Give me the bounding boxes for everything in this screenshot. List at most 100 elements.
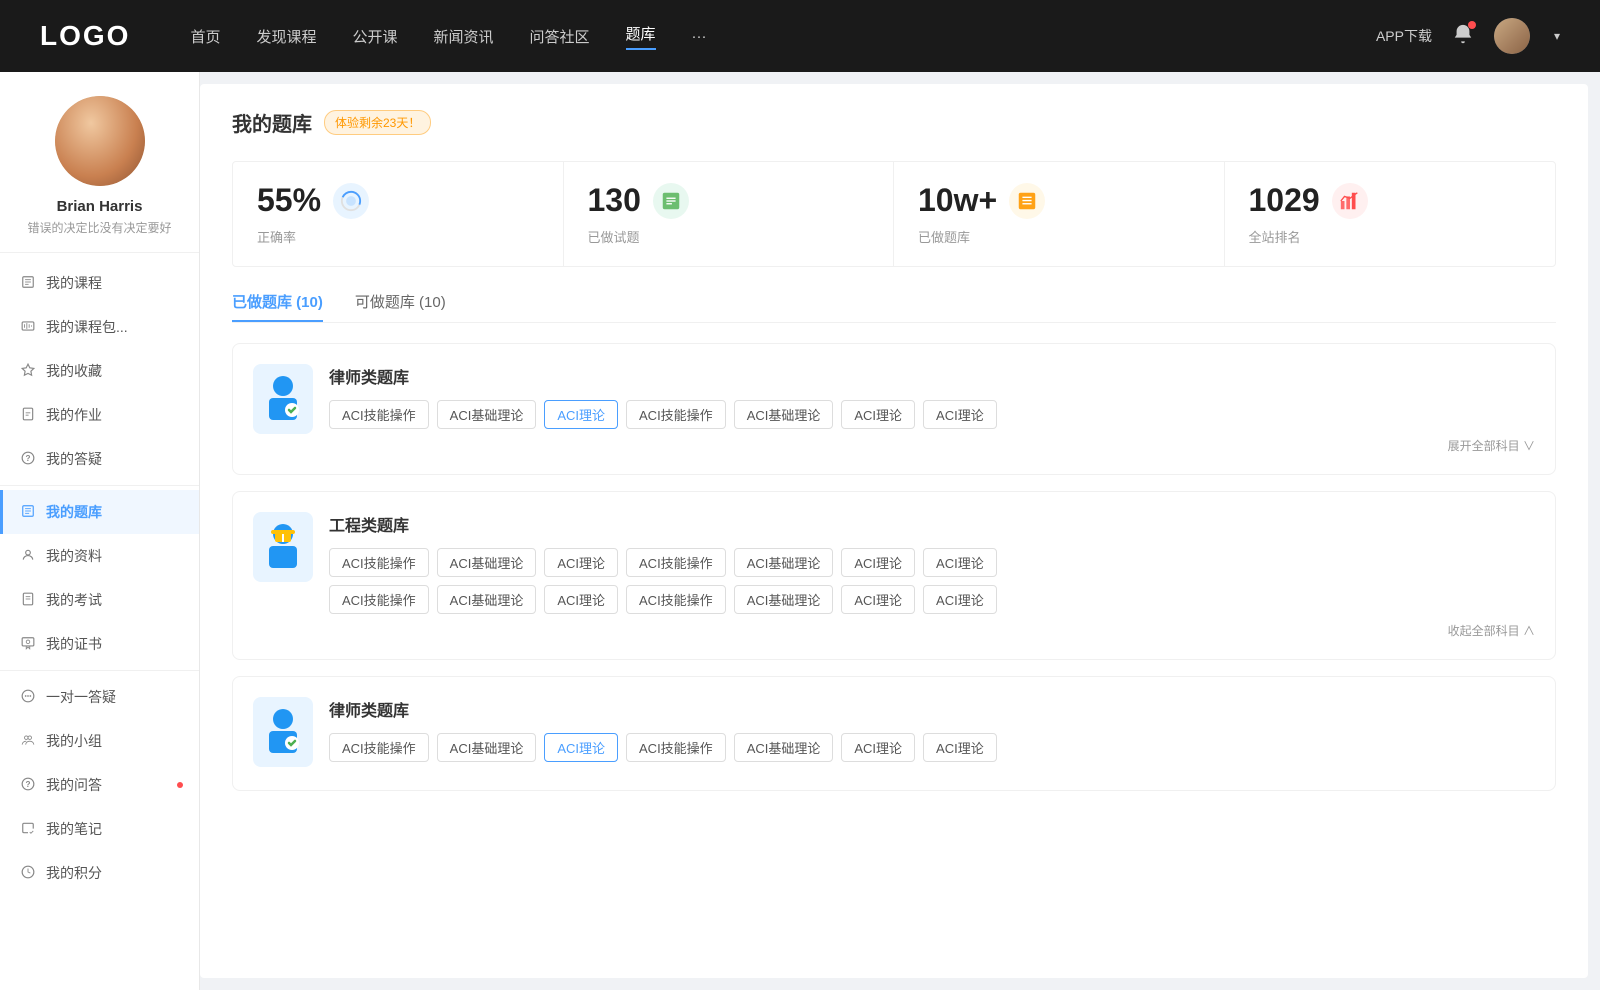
tag-2-4[interactable]: ACI基础理论 <box>734 548 834 577</box>
user-avatar[interactable] <box>1494 18 1530 54</box>
sidebar-item-certificate[interactable]: 我的证书 <box>0 622 199 666</box>
questions-icon: ? <box>20 451 36 468</box>
sidebar-user-bio: 错误的决定比没有决定要好 <box>16 219 183 236</box>
sidebar-user-avatar[interactable] <box>55 96 145 186</box>
tag-3-1[interactable]: ACI基础理论 <box>437 733 537 762</box>
tag-2-7[interactable]: ACI技能操作 <box>329 585 429 614</box>
lawyer-bank-icon-1 <box>253 364 313 434</box>
nav-discover[interactable]: 发现课程 <box>256 26 316 47</box>
nav-open-course[interactable]: 公开课 <box>352 26 397 47</box>
sidebar-item-favorites[interactable]: 我的收藏 <box>0 349 199 393</box>
bank-card-2-title: 工程类题库 <box>329 512 1535 536</box>
sidebar-item-tutor[interactable]: 一对一答疑 <box>0 675 199 719</box>
sidebar-item-question-bank[interactable]: 我的题库 <box>0 490 199 534</box>
accuracy-icon <box>333 183 369 219</box>
stat-ranking-label: 全站排名 <box>1249 227 1532 246</box>
expand-link-2[interactable]: 收起全部科目 ∧ <box>329 622 1535 639</box>
tag-2-12[interactable]: ACI理论 <box>841 585 915 614</box>
tag-2-3[interactable]: ACI技能操作 <box>626 548 726 577</box>
app-download-button[interactable]: APP下载 <box>1376 26 1432 46</box>
main-layout: Brian Harris 错误的决定比没有决定要好 我的课程 我的课程包... <box>0 72 1600 990</box>
bank-card-2-tags-row1: ACI技能操作 ACI基础理论 ACI理论 ACI技能操作 ACI基础理论 AC… <box>329 548 1535 577</box>
engineer-bank-icon <box>253 512 313 582</box>
sidebar-item-exam[interactable]: 我的考试 <box>0 578 199 622</box>
tag-1-6[interactable]: ACI理论 <box>923 400 997 429</box>
tag-2-1[interactable]: ACI基础理论 <box>437 548 537 577</box>
tag-3-6[interactable]: ACI理论 <box>923 733 997 762</box>
nav-question-bank[interactable]: 题库 <box>626 23 656 50</box>
bank-card-2-content: 工程类题库 ACI技能操作 ACI基础理论 ACI理论 ACI技能操作 ACI基… <box>329 512 1535 639</box>
tag-2-11[interactable]: ACI基础理论 <box>734 585 834 614</box>
tag-3-4[interactable]: ACI基础理论 <box>734 733 834 762</box>
main-nav: 首页 发现课程 公开课 新闻资讯 问答社区 题库 ··· <box>190 23 1376 50</box>
sidebar-item-notes-label: 我的笔记 <box>46 819 102 839</box>
sidebar-item-question-bank-label: 我的题库 <box>46 502 102 522</box>
courses-icon <box>20 275 36 292</box>
stat-done-banks: 10w+ 已做题库 <box>894 162 1225 266</box>
tag-2-0[interactable]: ACI技能操作 <box>329 548 429 577</box>
bank-card-1-content: 律师类题库 ACI技能操作 ACI基础理论 ACI理论 ACI技能操作 ACI基… <box>329 364 1535 454</box>
tag-1-2[interactable]: ACI理论 <box>544 400 618 429</box>
tag-3-0[interactable]: ACI技能操作 <box>329 733 429 762</box>
tag-2-2[interactable]: ACI理论 <box>544 548 618 577</box>
sidebar: Brian Harris 错误的决定比没有决定要好 我的课程 我的课程包... <box>0 72 200 990</box>
sidebar-item-course-package[interactable]: 我的课程包... <box>0 305 199 349</box>
sidebar-item-homework[interactable]: 我的作业 <box>0 393 199 437</box>
sidebar-item-my-qa-label: 我的问答 <box>46 775 102 795</box>
user-menu-chevron[interactable]: ▾ <box>1554 29 1560 43</box>
stat-ranking-value: 1029 <box>1249 182 1320 219</box>
sidebar-user-name: Brian Harris <box>16 198 183 215</box>
stat-accuracy-top: 55% <box>257 182 539 219</box>
sidebar-item-questions[interactable]: ? 我的答疑 <box>0 437 199 481</box>
stat-done-questions-label: 已做试题 <box>588 227 870 246</box>
tag-1-3[interactable]: ACI技能操作 <box>626 400 726 429</box>
nav-home[interactable]: 首页 <box>190 26 220 47</box>
header: LOGO 首页 发现课程 公开课 新闻资讯 问答社区 题库 ··· APP下载 … <box>0 0 1600 72</box>
sidebar-item-courses[interactable]: 我的课程 <box>0 261 199 305</box>
bank-card-3-title: 律师类题库 <box>329 697 1535 721</box>
bank-card-lawyer-2: 律师类题库 ACI技能操作 ACI基础理论 ACI理论 ACI技能操作 ACI基… <box>232 676 1556 791</box>
stat-done-banks-value: 10w+ <box>918 182 997 219</box>
tag-2-5[interactable]: ACI理论 <box>841 548 915 577</box>
sidebar-item-group[interactable]: 我的小组 <box>0 719 199 763</box>
notification-bell[interactable] <box>1452 23 1474 50</box>
tag-3-5[interactable]: ACI理论 <box>841 733 915 762</box>
tag-3-2[interactable]: ACI理论 <box>544 733 618 762</box>
bank-card-3-header: 律师类题库 ACI技能操作 ACI基础理论 ACI理论 ACI技能操作 ACI基… <box>253 697 1535 770</box>
lawyer-bank-icon-2 <box>253 697 313 767</box>
tag-1-5[interactable]: ACI理论 <box>841 400 915 429</box>
bank-card-1-header: 律师类题库 ACI技能操作 ACI基础理论 ACI理论 ACI技能操作 ACI基… <box>253 364 1535 454</box>
tag-2-6[interactable]: ACI理论 <box>923 548 997 577</box>
sidebar-item-notes[interactable]: 我的笔记 <box>0 807 199 851</box>
stat-done-banks-top: 10w+ <box>918 182 1200 219</box>
profile-icon <box>20 548 36 565</box>
page-title-row: 我的题库 体验剩余23天！ <box>232 108 1556 137</box>
tag-2-8[interactable]: ACI基础理论 <box>437 585 537 614</box>
tag-2-10[interactable]: ACI技能操作 <box>626 585 726 614</box>
sidebar-item-profile[interactable]: 我的资料 <box>0 534 199 578</box>
tabs-row: 已做题库 (10) 可做题库 (10) <box>232 291 1556 323</box>
done-banks-icon <box>1009 183 1045 219</box>
bank-card-3-content: 律师类题库 ACI技能操作 ACI基础理论 ACI理论 ACI技能操作 ACI基… <box>329 697 1535 770</box>
tag-2-13[interactable]: ACI理论 <box>923 585 997 614</box>
tag-2-9[interactable]: ACI理论 <box>544 585 618 614</box>
stat-accuracy-value: 55% <box>257 182 321 219</box>
favorites-icon <box>20 363 36 380</box>
tab-done-banks[interactable]: 已做题库 (10) <box>232 291 323 322</box>
bank-card-2-header: 工程类题库 ACI技能操作 ACI基础理论 ACI理论 ACI技能操作 ACI基… <box>253 512 1535 639</box>
sidebar-item-points[interactable]: 我的积分 <box>0 851 199 895</box>
sidebar-item-points-label: 我的积分 <box>46 863 102 883</box>
sidebar-item-my-qa[interactable]: ? 我的问答 <box>0 763 199 807</box>
sidebar-item-profile-label: 我的资料 <box>46 546 102 566</box>
tab-available-banks[interactable]: 可做题库 (10) <box>355 291 446 322</box>
tag-3-3[interactable]: ACI技能操作 <box>626 733 726 762</box>
nav-more[interactable]: ··· <box>692 28 707 45</box>
tag-1-1[interactable]: ACI基础理论 <box>437 400 537 429</box>
nav-news[interactable]: 新闻资讯 <box>434 26 494 47</box>
expand-link-1[interactable]: 展开全部科目 ∨ <box>329 437 1535 454</box>
tag-1-4[interactable]: ACI基础理论 <box>734 400 834 429</box>
certificate-icon <box>20 636 36 653</box>
tag-1-0[interactable]: ACI技能操作 <box>329 400 429 429</box>
nav-qa[interactable]: 问答社区 <box>530 26 590 47</box>
sidebar-item-questions-label: 我的答疑 <box>46 449 102 469</box>
